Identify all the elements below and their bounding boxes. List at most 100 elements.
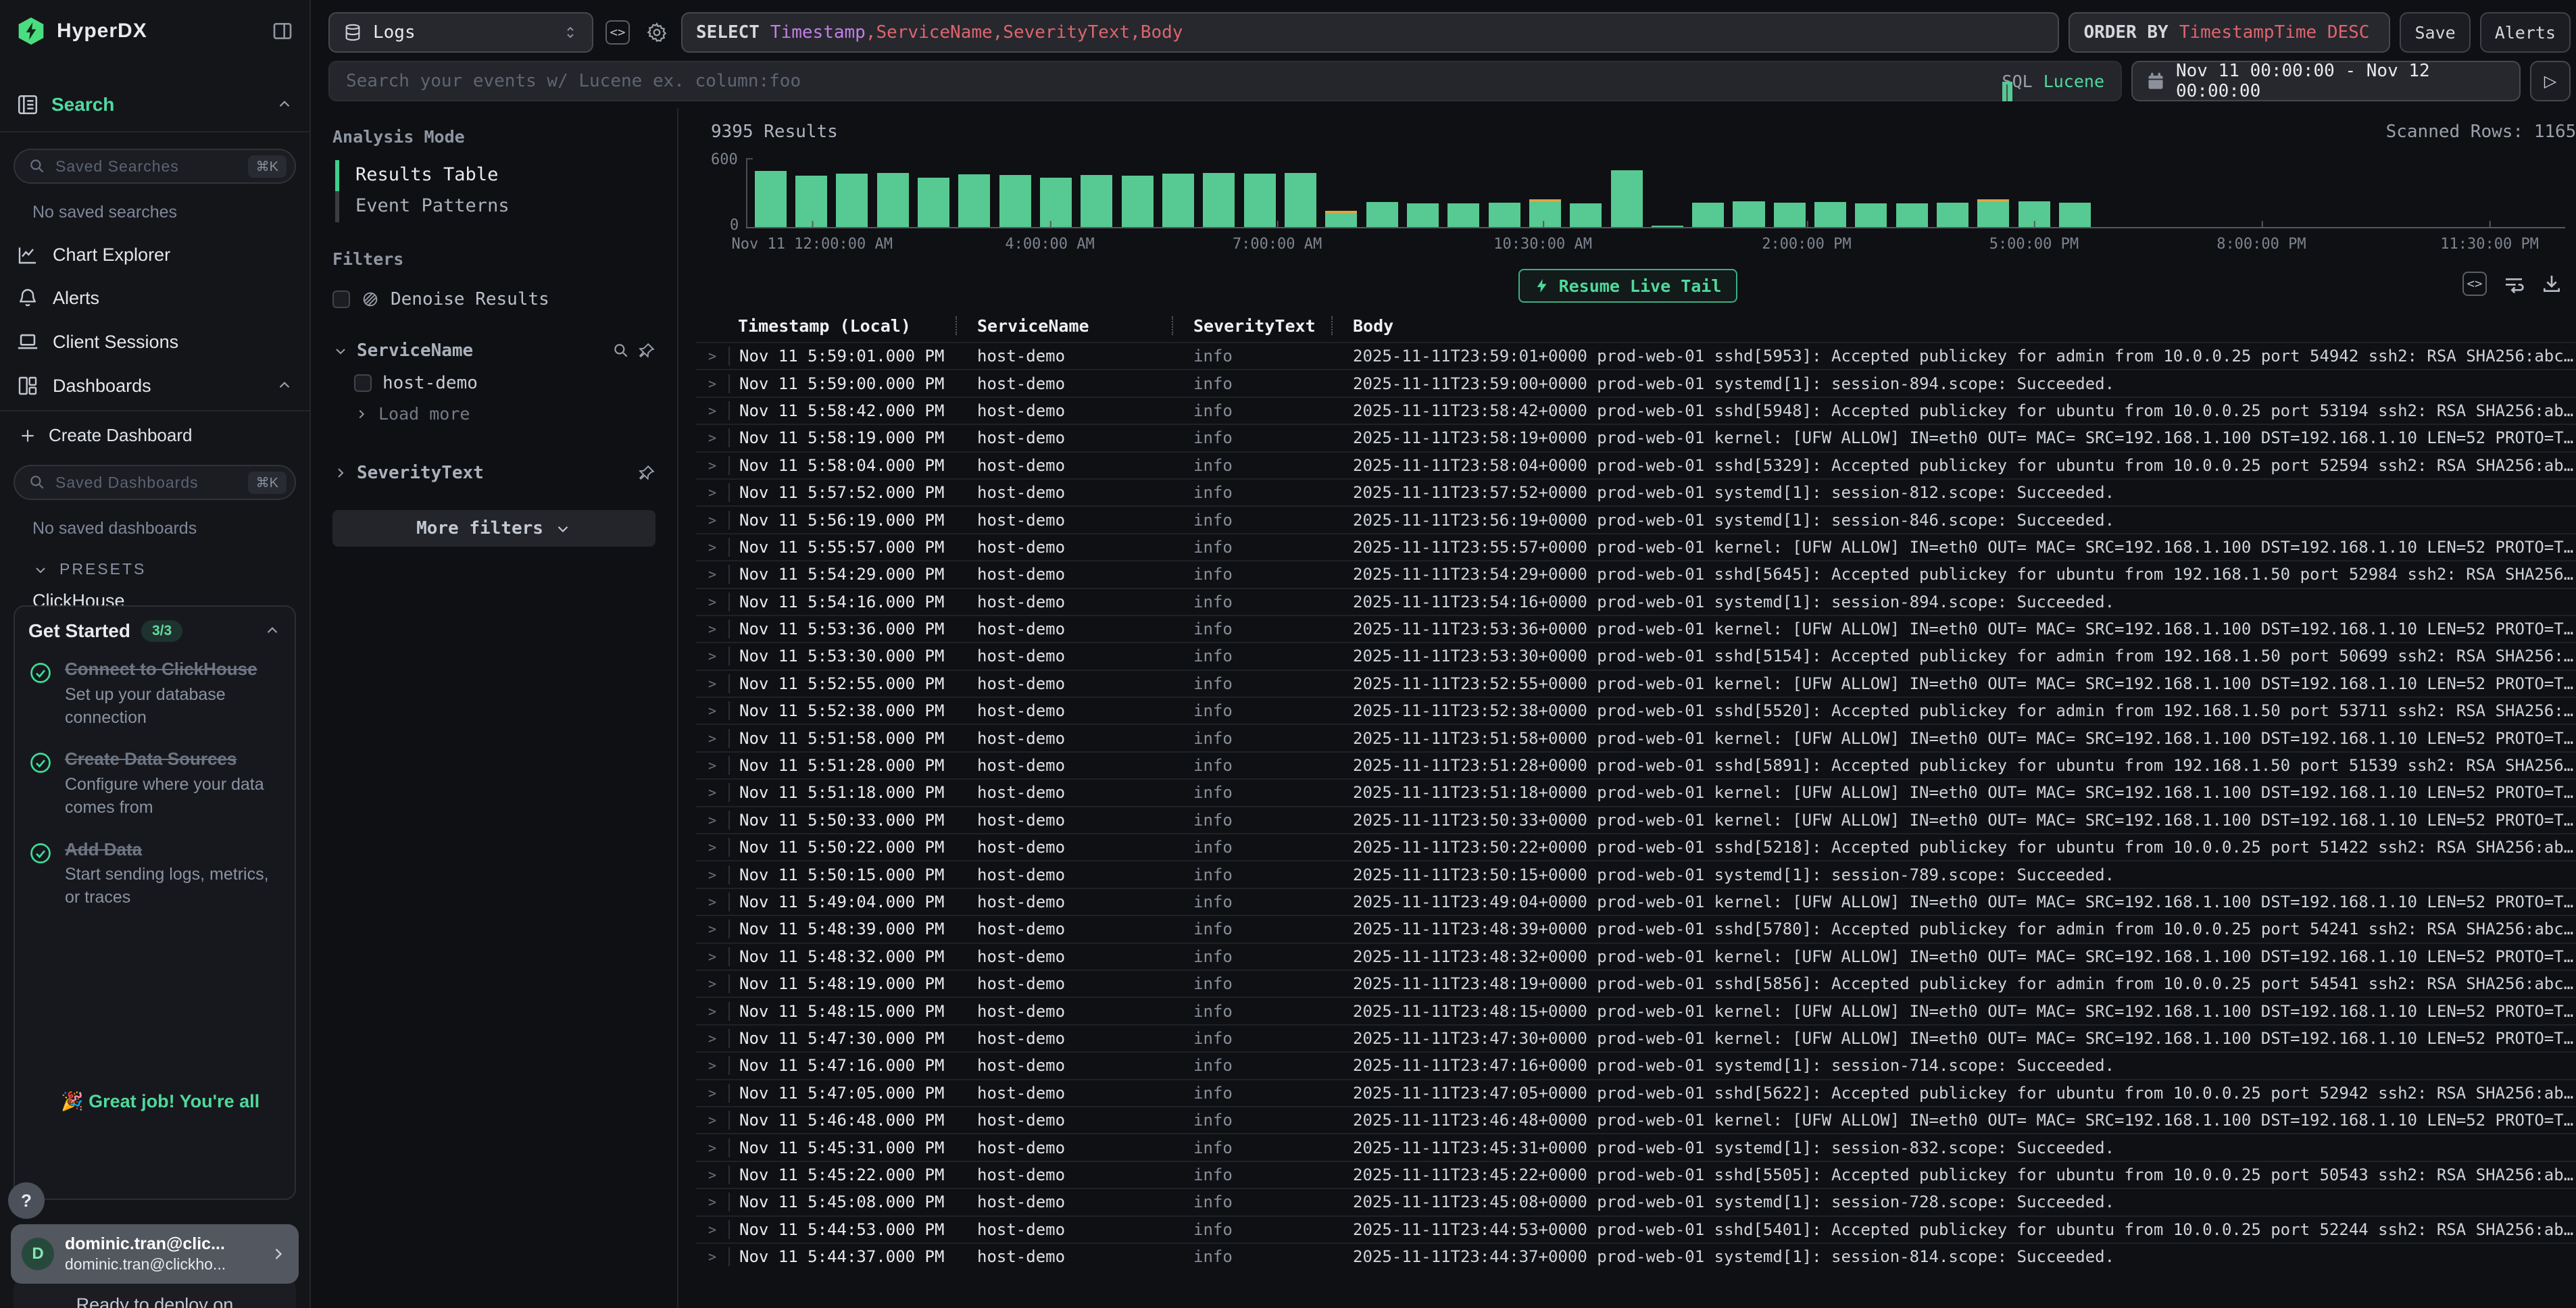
histogram-bar[interactable] — [999, 175, 1031, 228]
filter-group-severitytext[interactable]: SeverityText — [332, 457, 655, 488]
table-row[interactable]: >Nov 11 5:51:58.000 PMhost-demoinfo2025-… — [696, 724, 2576, 751]
table-row[interactable]: >Nov 11 5:50:33.000 PMhost-demoinfo2025-… — [696, 806, 2576, 833]
histogram-bar[interactable] — [1937, 203, 1968, 228]
table-row[interactable]: >Nov 11 5:58:42.000 PMhost-demoinfo2025-… — [696, 397, 2576, 424]
row-expand-icon[interactable]: > — [696, 894, 728, 910]
table-row[interactable]: >Nov 11 5:47:05.000 PMhost-demoinfo2025-… — [696, 1079, 2576, 1106]
histogram-bar[interactable] — [958, 174, 990, 228]
mode-results-table[interactable]: Results Table — [339, 160, 655, 191]
histogram-bar[interactable] — [1774, 203, 1806, 228]
row-expand-icon[interactable]: > — [696, 539, 728, 555]
saved-dashboards-input[interactable]: Saved Dashboards ⌘K — [14, 465, 296, 500]
lucene-toggle[interactable]: Lucene — [2044, 72, 2104, 91]
row-expand-icon[interactable]: > — [696, 1222, 728, 1238]
row-expand-icon[interactable]: > — [696, 648, 728, 664]
histogram-bar[interactable] — [1977, 202, 2009, 228]
date-range-picker[interactable]: Nov 11 00:00:00 - Nov 12 00:00:00 — [2131, 61, 2521, 101]
histogram-bar[interactable] — [2059, 203, 2091, 228]
table-row[interactable]: >Nov 11 5:53:30.000 PMhost-demoinfo2025-… — [696, 642, 2576, 669]
col-header-timestamp[interactable]: Timestamp (Local) — [728, 316, 956, 336]
row-expand-icon[interactable]: > — [696, 976, 728, 992]
source-select[interactable]: Logs — [328, 12, 593, 53]
table-row[interactable]: >Nov 11 5:59:01.000 PMhost-demoinfo2025-… — [696, 342, 2576, 369]
resume-live-tail-button[interactable]: Resume Live Tail — [1518, 269, 1738, 303]
table-row[interactable]: >Nov 11 5:50:22.000 PMhost-demoinfo2025-… — [696, 833, 2576, 860]
table-row[interactable]: >Nov 11 5:48:19.000 PMhost-demoinfo2025-… — [696, 970, 2576, 997]
get-started-step[interactable]: Create Data Sources Configure where your… — [28, 748, 281, 819]
chevron-up-icon[interactable] — [264, 622, 281, 640]
histogram-bar[interactable] — [1040, 178, 1072, 228]
histogram-bar[interactable] — [1285, 173, 1316, 228]
get-started-step[interactable]: Add Data Start sending logs, metrics, or… — [28, 838, 281, 909]
sidebar-item-search[interactable]: Search — [0, 78, 309, 132]
histogram-bar[interactable] — [1570, 203, 1602, 228]
row-expand-icon[interactable]: > — [696, 730, 728, 747]
histogram-bar[interactable] — [1447, 203, 1479, 228]
save-button[interactable]: Save — [2400, 12, 2470, 53]
table-row[interactable]: >Nov 11 5:49:04.000 PMhost-demoinfo2025-… — [696, 888, 2576, 915]
sidebar-item-client-sessions[interactable]: Client Sessions — [0, 320, 309, 364]
table-row[interactable]: >Nov 11 5:55:57.000 PMhost-demoinfo2025-… — [696, 533, 2576, 560]
histogram-bar[interactable] — [918, 178, 949, 228]
row-expand-icon[interactable]: > — [696, 812, 728, 828]
table-row[interactable]: >Nov 11 5:45:08.000 PMhost-demoinfo2025-… — [696, 1188, 2576, 1215]
col-header-severitytext[interactable]: SeverityText — [1185, 316, 1331, 336]
histogram-bar[interactable] — [1896, 203, 1928, 228]
histogram-bar[interactable] — [1814, 202, 1846, 228]
get-started-step[interactable]: Connect to ClickHouse Set up your databa… — [28, 658, 281, 729]
row-expand-icon[interactable]: > — [696, 1249, 728, 1265]
row-expand-icon[interactable]: > — [696, 1057, 728, 1074]
row-expand-icon[interactable]: > — [696, 594, 728, 610]
table-row[interactable]: >Nov 11 5:47:30.000 PMhost-demoinfo2025-… — [696, 1024, 2576, 1051]
col-header-body[interactable]: Body — [1345, 316, 2576, 336]
histogram-bar[interactable] — [1692, 203, 1724, 228]
load-more-button[interactable]: Load more — [332, 400, 655, 428]
histogram-bar[interactable] — [755, 171, 787, 228]
table-row[interactable]: >Nov 11 5:45:22.000 PMhost-demoinfo2025-… — [696, 1161, 2576, 1188]
row-expand-icon[interactable]: > — [696, 757, 728, 774]
sidebar-collapse-icon[interactable] — [272, 20, 293, 42]
row-expand-icon[interactable]: > — [696, 376, 728, 392]
histogram-bar[interactable] — [1081, 175, 1112, 228]
filter-group-servicename[interactable]: ServiceName — [332, 335, 655, 366]
column-resize-handle[interactable] — [1172, 316, 1185, 335]
histogram-bar[interactable] — [1855, 203, 1887, 228]
histogram-bar[interactable] — [1162, 174, 1194, 228]
table-row[interactable]: >Nov 11 5:54:16.000 PMhost-demoinfo2025-… — [696, 588, 2576, 615]
table-row[interactable]: >Nov 11 5:56:19.000 PMhost-demoinfo2025-… — [696, 505, 2576, 532]
row-expand-icon[interactable]: > — [696, 348, 728, 364]
table-row[interactable]: >Nov 11 5:48:32.000 PMhost-demoinfo2025-… — [696, 942, 2576, 970]
row-expand-icon[interactable]: > — [696, 839, 728, 855]
row-expand-icon[interactable]: > — [696, 1085, 728, 1101]
histogram-bar[interactable] — [877, 173, 909, 228]
service-host-demo-checkbox[interactable] — [354, 374, 372, 392]
alerts-button[interactable]: Alerts — [2480, 12, 2571, 53]
row-expand-icon[interactable]: > — [696, 457, 728, 474]
mode-event-patterns[interactable]: Event Patterns — [339, 191, 655, 222]
table-row[interactable]: >Nov 11 5:48:39.000 PMhost-demoinfo2025-… — [696, 915, 2576, 942]
table-row[interactable]: >Nov 11 5:47:16.000 PMhost-demoinfo2025-… — [696, 1051, 2576, 1078]
saved-searches-input[interactable]: Saved Searches ⌘K — [14, 149, 296, 184]
histogram-bar[interactable] — [1122, 176, 1154, 228]
table-row[interactable]: >Nov 11 5:58:19.000 PMhost-demoinfo2025-… — [696, 424, 2576, 451]
histogram-bar[interactable] — [1407, 203, 1439, 228]
table-row[interactable]: >Nov 11 5:51:28.000 PMhost-demoinfo2025-… — [696, 751, 2576, 778]
histogram-bar[interactable] — [1366, 202, 1398, 228]
table-row[interactable]: >Nov 11 5:52:55.000 PMhost-demoinfo2025-… — [696, 670, 2576, 697]
row-expand-icon[interactable]: > — [696, 867, 728, 883]
lucene-search-input[interactable]: Search your events w/ Lucene ex. column:… — [328, 61, 2122, 101]
table-row[interactable]: >Nov 11 5:52:38.000 PMhost-demoinfo2025-… — [696, 697, 2576, 724]
code-view-button[interactable]: <> — [603, 12, 633, 53]
histogram-bar[interactable] — [1325, 213, 1357, 228]
row-expand-icon[interactable]: > — [696, 703, 728, 719]
histogram-bar[interactable] — [1489, 203, 1520, 228]
table-row[interactable]: >Nov 11 5:53:36.000 PMhost-demoinfo2025-… — [696, 615, 2576, 642]
table-row[interactable]: >Nov 11 5:57:52.000 PMhost-demoinfo2025-… — [696, 478, 2576, 505]
table-row[interactable]: >Nov 11 5:44:37.000 PMhost-demoinfo2025-… — [696, 1242, 2576, 1269]
table-row[interactable]: >Nov 11 5:45:31.000 PMhost-demoinfo2025-… — [696, 1133, 2576, 1160]
row-expand-icon[interactable]: > — [696, 1112, 728, 1128]
row-expand-icon[interactable]: > — [696, 430, 728, 446]
denoise-checkbox[interactable] — [332, 291, 350, 308]
sidebar-item-chart-explorer[interactable]: Chart Explorer — [0, 233, 309, 276]
row-expand-icon[interactable]: > — [696, 484, 728, 501]
